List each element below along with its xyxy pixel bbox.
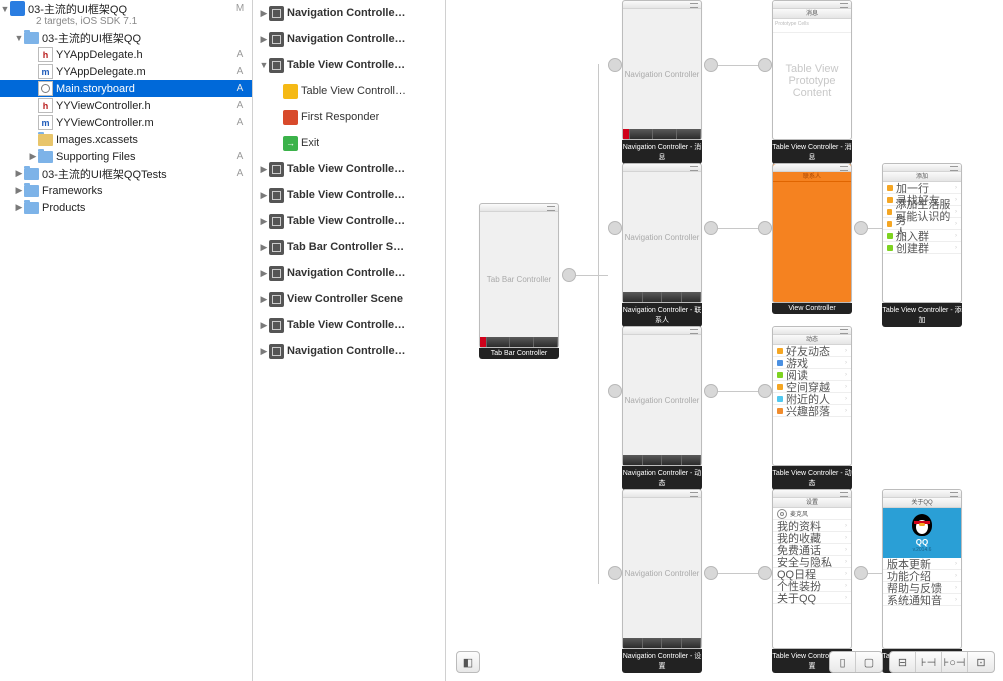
- scene-tab-bar-controller[interactable]: Tab Bar Controller: [479, 203, 559, 348]
- outline-scene-row[interactable]: ▼Table View Controlle…: [253, 52, 445, 78]
- scene-label: View Controller: [772, 303, 852, 314]
- group-products[interactable]: ▶ Products: [0, 199, 252, 216]
- scene-nav-4[interactable]: Navigation Controller: [622, 489, 702, 649]
- scene-label: Table View Controller - 添加: [882, 303, 962, 327]
- scene-label: Table View Controller - 消息: [772, 140, 852, 164]
- outline-scene-row[interactable]: ▶Navigation Controlle…: [253, 260, 445, 286]
- outline-scene-row[interactable]: ▶Table View Controlle…: [253, 208, 445, 234]
- outline-scene-row[interactable]: ▶Table View Controlle…: [253, 156, 445, 182]
- scene-nav-3[interactable]: Navigation Controller: [622, 326, 702, 466]
- table-cell[interactable]: 创建群›: [883, 242, 961, 254]
- toggle-outline-button[interactable]: ◧: [456, 651, 480, 673]
- table-cell[interactable]: 兴趣部落›: [773, 405, 851, 417]
- group-supporting-files[interactable]: ▶ Supporting Files A: [0, 148, 252, 165]
- pin-button[interactable]: ⊦⊣: [916, 652, 942, 672]
- file-images-xcassets[interactable]: Images.xcassets: [0, 131, 252, 148]
- align-button[interactable]: ⊟: [890, 652, 916, 672]
- scene-label: Tab Bar Controller: [479, 348, 559, 359]
- project-subtitle: 2 targets, iOS SDK 7.1: [0, 16, 252, 27]
- scene-nav-1[interactable]: Navigation Controller: [622, 0, 702, 140]
- size-compact-button[interactable]: ▢: [856, 652, 882, 672]
- table-cell[interactable]: 游戏›: [773, 357, 851, 369]
- outline-scene-row[interactable]: ▶Table View Controlle…: [253, 182, 445, 208]
- project-name: 03-主流的UI框架QQ: [28, 1, 127, 17]
- outline-scene-row[interactable]: ▶Tab Bar Controller S…: [253, 234, 445, 260]
- file-viewcontroller-h[interactable]: h YYViewController.h A: [0, 97, 252, 114]
- project-row[interactable]: ▼ 03-主流的UI框架QQ M: [0, 0, 252, 17]
- scene-nav-2[interactable]: Navigation Controller: [622, 163, 702, 303]
- file-main-storyboard[interactable]: Main.storyboard A: [0, 80, 252, 97]
- penguin-icon: [912, 514, 932, 536]
- group-main[interactable]: ▼ 03-主流的UI框架QQ: [0, 29, 252, 46]
- scene-label: Navigation Controller - 动态: [622, 466, 702, 490]
- file-appdelegate-h[interactable]: h YYAppDelegate.h A: [0, 46, 252, 63]
- scene-label: Table View Controller - 动态: [772, 466, 852, 490]
- group-tests[interactable]: ▶ 03-主流的UI框架QQTests A: [0, 165, 252, 182]
- scene-label: Navigation Controller - 消息: [622, 140, 702, 164]
- resize-button[interactable]: ⊡: [968, 652, 994, 672]
- table-cell[interactable]: 好友动态›: [773, 345, 851, 357]
- size-class-control[interactable]: ▯ ▢: [829, 651, 883, 673]
- scene-tvc-about[interactable]: 关于QQ QQ v.2014.6 版本更新›功能介绍›帮助与反馈›系统通知音›: [882, 489, 962, 649]
- outline-object-row[interactable]: Table View Controll…: [253, 78, 445, 104]
- outline-scene-row[interactable]: ▶Navigation Controlle…: [253, 0, 445, 26]
- table-cell[interactable]: 关于QQ›: [773, 592, 851, 604]
- project-navigator: ▼ 03-主流的UI框架QQ M 2 targets, iOS SDK 7.1 …: [0, 0, 253, 681]
- scene-label: Navigation Controller - 设置: [622, 649, 702, 673]
- group-frameworks[interactable]: ▶ Frameworks: [0, 182, 252, 199]
- resolve-button[interactable]: ⊦○⊣: [942, 652, 968, 672]
- align-control[interactable]: ⊟ ⊦⊣ ⊦○⊣ ⊡: [889, 651, 995, 673]
- canvas-toolbar: ▯ ▢ ⊟ ⊦⊣ ⊦○⊣ ⊡: [829, 651, 995, 673]
- size-any-button[interactable]: ▯: [830, 652, 856, 672]
- scm-badge: M: [232, 3, 248, 14]
- scene-tvc-messages[interactable]: 消息 Prototype Cells Table ViewPrototype C…: [772, 0, 852, 140]
- scene-vc-orange[interactable]: 联系人: [772, 163, 852, 303]
- storyboard-canvas[interactable]: Tab Bar Controller Tab Bar Controller Na…: [446, 0, 1003, 681]
- file-viewcontroller-m[interactable]: m YYViewController.m A: [0, 114, 252, 131]
- outline-object-row[interactable]: First Responder: [253, 104, 445, 130]
- scene-tvc-settings[interactable]: 设置 麦克风 我的资料›我的收藏›免费通话›安全与隐私›QQ日程›个性装扮›关于…: [772, 489, 852, 649]
- outline-scene-row[interactable]: ▶Navigation Controlle…: [253, 338, 445, 364]
- outline-scene-row[interactable]: ▶Table View Controlle…: [253, 312, 445, 338]
- scene-tvc-dynamic[interactable]: 动态 好友动态›游戏›阅读›空间穿越›附近的人›兴趣部落›: [772, 326, 852, 466]
- outline-scene-row[interactable]: ▶View Controller Scene: [253, 286, 445, 312]
- scene-label: Navigation Controller - 联系人: [622, 303, 702, 327]
- table-cell[interactable]: 系统通知音›: [883, 594, 961, 606]
- outline-scene-row[interactable]: ▶Navigation Controlle…: [253, 26, 445, 52]
- file-appdelegate-m[interactable]: m YYAppDelegate.m A: [0, 63, 252, 80]
- document-outline: ▶Navigation Controlle…▶Navigation Contro…: [253, 0, 446, 681]
- scene-tvc-add[interactable]: 添加 加一行›寻找好友›添加生活服务›可能认识的人›加入群›创建群›: [882, 163, 962, 303]
- outline-object-row[interactable]: →Exit: [253, 130, 445, 156]
